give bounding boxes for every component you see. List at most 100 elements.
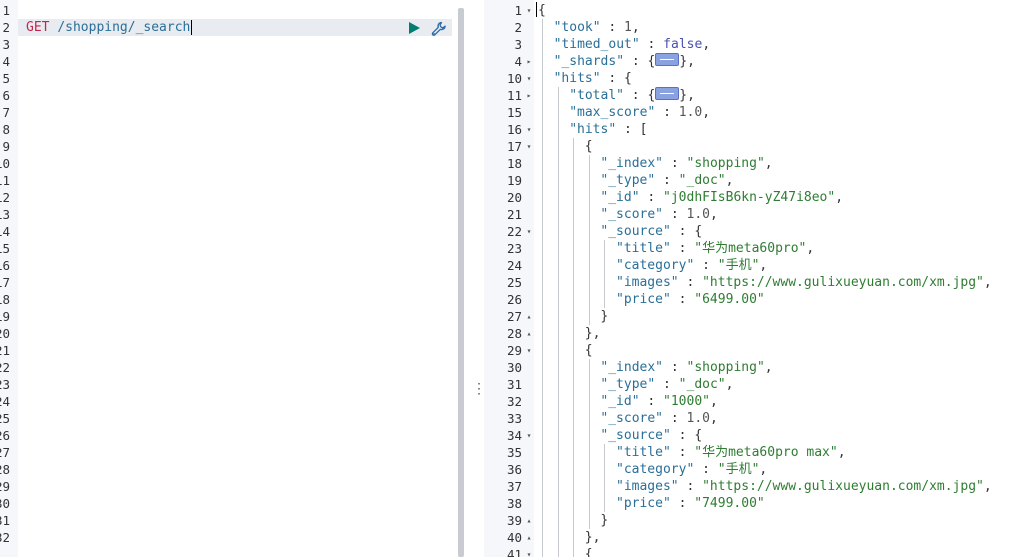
line-number: 22	[506, 224, 522, 239]
line-number: 9	[2, 139, 10, 154]
line-number: 29	[0, 479, 10, 494]
json-line: "category" : "手机",	[616, 461, 767, 478]
json-line: "_score" : 1.0,	[600, 206, 717, 223]
indent-guide	[557, 87, 559, 557]
fold-toggle-icon[interactable]: ▸	[524, 87, 534, 104]
json-token: "_index"	[600, 156, 664, 171]
json-token: "max_score"	[569, 105, 656, 120]
fold-toggle-icon[interactable]: ▾	[524, 427, 534, 444]
fold-toggle-icon[interactable]: ▴	[524, 325, 534, 342]
fold-toggle-icon[interactable]: ▴	[524, 308, 534, 325]
wrench-icon[interactable]	[430, 20, 448, 38]
json-token: ,	[709, 394, 718, 409]
fold-toggle-icon[interactable]: ▴	[524, 529, 534, 546]
indent-guide	[588, 359, 590, 529]
http-method: GET	[26, 20, 50, 35]
fold-toggle-icon[interactable]: ▾	[524, 2, 534, 19]
json-token: "https://www.gulixueyuan.com/xm.jpg"	[702, 275, 984, 290]
json-token: 1	[624, 20, 632, 35]
line-number: 32	[0, 530, 10, 545]
collapsed-fold-icon[interactable]	[655, 87, 680, 100]
pane-resize-handle[interactable]: ⋮	[472, 380, 486, 398]
request-scrollbar[interactable]	[458, 8, 464, 557]
line-number: 19	[506, 173, 522, 188]
json-token: "6499.00"	[694, 292, 765, 307]
json-token: "手机"	[717, 258, 760, 273]
json-token: :	[663, 207, 687, 222]
json-line: "_type" : "_doc",	[600, 376, 733, 393]
json-token: : {	[670, 224, 703, 239]
response-line-gutter: 1 ▾ 2 3 4 ▸ 10 ▾ 11 ▸ 15 16 ▾ 17 ▾ 18 19 20 21 22 ▾ 23 24 25 26 2…	[484, 0, 534, 557]
request-editor[interactable]: 1234567891011121314151617181920212223242…	[0, 0, 458, 557]
fold-toggle-icon[interactable]: ▴	[524, 512, 534, 529]
line-number: 14	[0, 224, 10, 239]
json-token: "hits"	[553, 71, 601, 86]
indent-guide	[604, 240, 606, 308]
fold-toggle-icon[interactable]: ▾	[524, 342, 534, 359]
line-number: 36	[506, 462, 522, 477]
json-token: :	[670, 241, 695, 256]
json-line: {	[585, 546, 593, 557]
line-number: 11	[0, 173, 10, 188]
line-number: 38	[506, 496, 522, 511]
json-token: ,	[725, 377, 734, 392]
json-token: {	[584, 343, 593, 358]
collapsed-fold-icon[interactable]	[655, 53, 680, 66]
json-line: "_type" : "_doc",	[600, 172, 733, 189]
json-token: "price"	[616, 292, 671, 307]
line-number: 5	[2, 71, 10, 86]
json-token: 1.0	[686, 207, 710, 222]
line-number: 30	[506, 360, 522, 375]
request-line[interactable]: GET /shopping/_search	[26, 19, 193, 36]
json-token: "_index"	[600, 360, 664, 375]
line-number: 29	[506, 343, 522, 358]
json-token: ,	[709, 207, 718, 222]
fold-toggle-icon[interactable]: ▸	[524, 53, 534, 70]
json-line: "_shards" : {},	[554, 53, 695, 70]
line-number: 15	[0, 241, 10, 256]
json-token: :	[670, 292, 695, 307]
fold-toggle-icon[interactable]: ▾	[524, 70, 534, 87]
fold-toggle-icon[interactable]: ▾	[524, 138, 534, 155]
json-token: :	[694, 258, 718, 273]
json-token: :	[655, 105, 679, 120]
json-token: :	[678, 479, 703, 494]
json-token: :	[663, 360, 687, 375]
line-number: 19	[0, 309, 10, 324]
json-token: : [	[616, 122, 648, 137]
json-token: "images"	[616, 275, 679, 290]
fold-toggle-icon[interactable]: ▾	[524, 121, 534, 138]
line-number: 24	[0, 394, 10, 409]
json-line: "_id" : "1000",	[600, 393, 717, 410]
json-token: }	[600, 309, 609, 324]
json-line: "hits" : {	[554, 70, 632, 87]
line-number: 28	[506, 326, 522, 341]
fold-toggle-icon[interactable]: ▾	[524, 546, 534, 557]
json-token: "华为meta60pro max"	[694, 445, 838, 460]
json-token: ,	[759, 258, 768, 273]
json-token: "_id"	[600, 190, 640, 205]
json-token: "_type"	[600, 173, 656, 188]
line-number: 20	[506, 190, 522, 205]
play-icon[interactable]	[406, 20, 422, 36]
line-number: 25	[0, 411, 10, 426]
json-token: "price"	[616, 496, 671, 511]
json-token: "images"	[616, 479, 679, 494]
json-token: "_doc"	[678, 173, 726, 188]
json-token: ,	[725, 173, 734, 188]
json-token: ,	[764, 156, 773, 171]
json-line: "title" : "华为meta60pro max",	[616, 444, 846, 461]
json-line: "_index" : "shopping",	[600, 155, 772, 172]
line-number: 10	[0, 156, 10, 171]
line-number: 26	[506, 292, 522, 307]
json-line: "_score" : 1.0,	[600, 410, 717, 427]
json-line: },	[585, 529, 601, 546]
json-token: "took"	[553, 20, 601, 35]
response-viewer[interactable]: 1 ▾ 2 3 4 ▸ 10 ▾ 11 ▸ 15 16 ▾ 17 ▾ 18 19 20 21 22 ▾ 23 24 25 26 2…	[484, 0, 1033, 557]
json-line: "hits" : [	[569, 121, 647, 138]
line-number: 16	[506, 122, 522, 137]
json-token: {	[584, 139, 593, 154]
fold-toggle-icon[interactable]: ▾	[524, 223, 534, 240]
json-token: "7499.00"	[694, 496, 765, 511]
line-number: 27	[506, 309, 522, 324]
